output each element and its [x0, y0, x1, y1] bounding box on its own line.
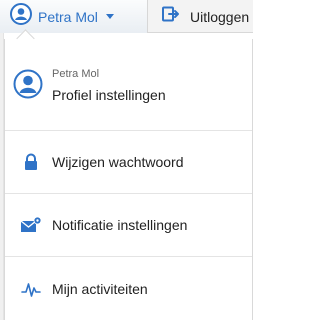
profile-settings-item[interactable]: Petra Mol Profiel instellingen: [5, 39, 252, 131]
logout-icon: [162, 6, 180, 27]
change-password-item[interactable]: Wijzigen wachtwoord: [5, 131, 252, 194]
lock-icon: [20, 151, 42, 173]
user-menu-toggle[interactable]: Petra Mol: [0, 0, 148, 33]
user-dropdown-menu: Petra Mol Profiel instellingen Wijzigen …: [4, 39, 253, 320]
notification-settings-item[interactable]: Notificatie instellingen: [5, 194, 252, 257]
profile-settings-label: Profiel instellingen: [52, 87, 166, 103]
activity-icon: [20, 278, 42, 300]
change-password-label: Wijzigen wachtwoord: [52, 154, 184, 170]
my-activities-label: Mijn activiteiten: [52, 280, 148, 297]
top-navbar: Petra Mol Uitloggen: [0, 0, 253, 33]
user-avatar-icon: [10, 3, 32, 30]
my-activities-item[interactable]: Mijn activiteiten: [5, 257, 252, 320]
logout-button[interactable]: Uitloggen: [148, 0, 253, 33]
mail-settings-icon: [20, 214, 42, 236]
chevron-down-icon: [105, 14, 114, 19]
user-menu-label: Petra Mol: [38, 8, 98, 25]
profile-avatar-icon: [13, 69, 43, 104]
logout-label: Uitloggen: [190, 8, 250, 25]
profile-name: Petra Mol: [52, 68, 100, 80]
notification-settings-label: Notificatie instellingen: [52, 217, 188, 233]
